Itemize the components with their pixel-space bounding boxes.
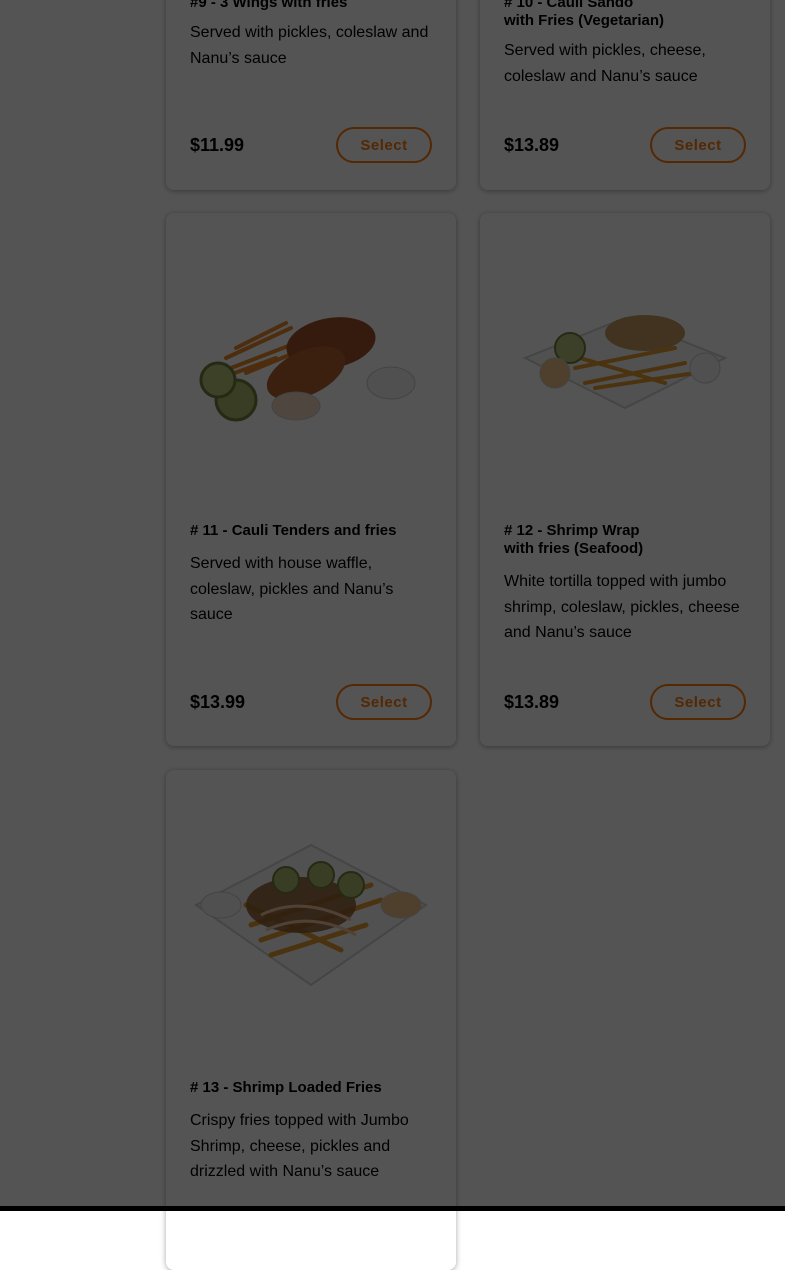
menu-card-item10[interactable]: # 10 - Cauli Sando with Fries (Vegetaria…	[480, 0, 770, 190]
select-button[interactable]: Select	[650, 684, 746, 720]
cauli-tenders-photo	[166, 213, 456, 503]
item-description: Crispy fries topped with Jumbo Shrimp, c…	[190, 1112, 409, 1180]
menu-card-item9[interactable]: #9 - 3 Wings with fries Served with pick…	[166, 0, 456, 190]
item-price: $13.89	[504, 135, 560, 155]
select-button[interactable]: Select	[336, 684, 432, 720]
item-title: # 13 - Shrimp Loaded Fries	[190, 1079, 382, 1096]
item-title: # 12 - Shrimp Wrap with fries (Seafood)	[504, 522, 644, 557]
bottom-edge-bar	[0, 1206, 785, 1211]
select-button[interactable]: Select	[336, 127, 432, 163]
menu-card-item13[interactable]: # 13 - Shrimp Loaded Fries Crispy fries …	[166, 770, 456, 1270]
select-button[interactable]: Select	[650, 127, 746, 163]
item-title: # 11 - Cauli Tenders and fries	[190, 522, 397, 539]
item-description: Served with house waffle, coleslaw, pick…	[190, 555, 394, 623]
item-price: $11.99	[190, 135, 245, 155]
shrimp-wrap-photo	[480, 213, 770, 503]
menu-card-item12[interactable]: # 12 - Shrimp Wrap with fries (Seafood) …	[480, 213, 770, 746]
item-description: Served with pickles, cheese, coleslaw an…	[504, 42, 706, 85]
menu-card-item11[interactable]: # 11 - Cauli Tenders and fries Served wi…	[166, 213, 456, 746]
item-description: Served with pickles, coleslaw and Nanu’s…	[190, 24, 429, 67]
item-price: $13.99	[190, 692, 246, 712]
item-title: # 10 - Cauli Sando with Fries (Vegetaria…	[504, 0, 665, 29]
item-description: White tortilla topped with jumbo shrimp,…	[504, 573, 740, 641]
item-price: $13.89	[504, 692, 560, 712]
shrimp-loaded-fries-photo	[166, 770, 456, 1060]
item-title: #9 - 3 Wings with fries	[190, 0, 348, 11]
